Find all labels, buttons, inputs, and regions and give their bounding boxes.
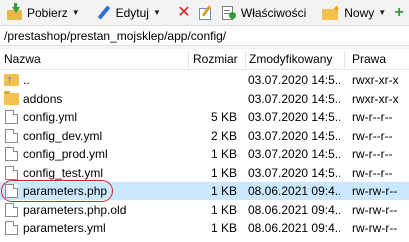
column-header-size[interactable]: Rozmiar [189, 49, 245, 70]
pencil-icon [96, 4, 112, 21]
file-name: parameters.php.old [23, 202, 127, 217]
folder-icon [4, 90, 19, 105]
file-rights: rw-rw-r-- [352, 202, 398, 217]
download-button[interactable]: Pobierz ▼ [4, 2, 83, 24]
file-icon [5, 110, 18, 124]
file-size: 1 KB [210, 221, 237, 235]
file-row-config-dev[interactable]: config_dev.yml 2 KB 03.07.2020 14:5... r… [0, 127, 409, 146]
annotation-circle [1, 180, 113, 202]
delete-x-icon: ✕ [177, 3, 191, 21]
file-icon [5, 221, 18, 235]
plus-icon: + [394, 3, 404, 21]
file-modified: 08.06.2021 09:4... [248, 184, 340, 198]
file-row-addons[interactable]: addons 03.07.2020 14:5... rwxr-xr-x [0, 90, 409, 109]
file-rights: rwxr-xr-x [352, 73, 399, 87]
file-name: config_test.yml [23, 165, 104, 180]
file-row-parameters-php[interactable]: parameters.php 1 KB 08.06.2021 09:4... r… [0, 180, 409, 202]
file-modified: 08.06.2021 09:4... [248, 202, 340, 217]
new-label: Nowy [344, 5, 375, 20]
file-row-parent[interactable]: .. 03.07.2020 14:5... rwxr-xr-x [0, 71, 409, 90]
properties-button[interactable]: Właściwości [218, 2, 309, 24]
rename-icon [197, 4, 215, 21]
column-header-rights[interactable]: Prawa [348, 49, 409, 70]
file-row-parameters-yml[interactable]: parameters.yml 1 KB 08.06.2021 09:4... r… [0, 219, 409, 238]
delete-button[interactable]: ✕ [174, 2, 194, 24]
new-button[interactable]: ✦ Nowy ▼ [319, 2, 389, 24]
file-modified: 03.07.2020 14:5... [248, 91, 340, 106]
properties-icon [221, 5, 237, 21]
file-modified: 03.07.2020 14:5... [248, 147, 340, 161]
file-size: 1 KB [210, 202, 237, 217]
chevron-down-icon[interactable]: ▼ [72, 8, 80, 17]
file-name: addons [23, 91, 63, 106]
file-modified: 08.06.2021 09:4... [248, 221, 340, 235]
file-rights: rw-rw-r-- [352, 184, 398, 198]
file-rights: rw-rw-r-- [352, 221, 398, 235]
file-modified: 03.07.2020 14:5... [248, 110, 340, 124]
file-rights: rw-r--r-- [352, 147, 393, 161]
file-name: config.yml [23, 110, 78, 124]
file-rights: rw-r--r-- [352, 110, 393, 124]
file-icon [5, 165, 18, 180]
download-icon [7, 2, 23, 20]
properties-label: Właściwości [240, 5, 307, 20]
file-rights: rwxr-xr-x [352, 91, 399, 106]
path-address-bar[interactable]: /prestashop/prestan_mojsklep/app/config/ [0, 27, 409, 46]
file-list: .. 03.07.2020 14:5... rwxr-xr-x addons 0… [0, 71, 409, 238]
column-headers: Nazwa Rozmiar Zmodyfikowany Prawa [0, 49, 409, 70]
edit-button[interactable]: Edytuj ▼ [93, 2, 164, 24]
column-divider[interactable] [344, 51, 345, 68]
rename-button[interactable] [194, 2, 218, 24]
parent-folder-icon [4, 71, 19, 89]
file-row-parameters-php-old[interactable]: parameters.php.old 1 KB 08.06.2021 09:4.… [0, 201, 409, 220]
file-row-config-yml[interactable]: config.yml 5 KB 03.07.2020 14:5... rw-r-… [0, 108, 409, 127]
chevron-down-icon[interactable]: ▼ [378, 8, 386, 17]
download-label: Pobierz [27, 5, 68, 20]
file-size: 1 KB [210, 165, 237, 180]
file-rights: rw-r--r-- [352, 165, 393, 180]
file-icon [5, 128, 18, 143]
file-name: parameters.yml [23, 221, 106, 235]
file-modified: 03.07.2020 14:5... [248, 73, 340, 87]
file-icon [5, 202, 18, 217]
file-name: config_dev.yml [23, 128, 103, 143]
column-header-name[interactable]: Nazwa [0, 49, 188, 70]
chevron-down-icon[interactable]: ▼ [153, 8, 161, 17]
column-header-modified[interactable]: Zmodyfikowany [245, 49, 344, 70]
file-name: config_prod.yml [23, 147, 108, 161]
file-modified: 03.07.2020 14:5... [248, 128, 340, 143]
edit-label: Edytuj [115, 5, 149, 20]
new-folder-icon: ✦ [322, 4, 341, 20]
toolbar: Pobierz ▼ Edytuj ▼ ✕ Właściwości ✦ Nowy … [0, 0, 409, 26]
path-text: /prestashop/prestan_mojsklep/app/config/ [4, 29, 227, 43]
file-modified: 03.07.2020 14:5... [248, 165, 340, 180]
file-size: 5 KB [210, 110, 237, 124]
file-size: 2 KB [210, 128, 237, 143]
file-rights: rw-r--r-- [352, 128, 393, 143]
file-name: .. [23, 73, 30, 87]
file-row-config-prod[interactable]: config_prod.yml 1 KB 03.07.2020 14:5... … [0, 145, 409, 164]
file-size: 1 KB [210, 184, 237, 198]
file-size: 1 KB [210, 147, 237, 161]
file-icon [5, 147, 18, 161]
add-button[interactable]: + [389, 2, 409, 24]
